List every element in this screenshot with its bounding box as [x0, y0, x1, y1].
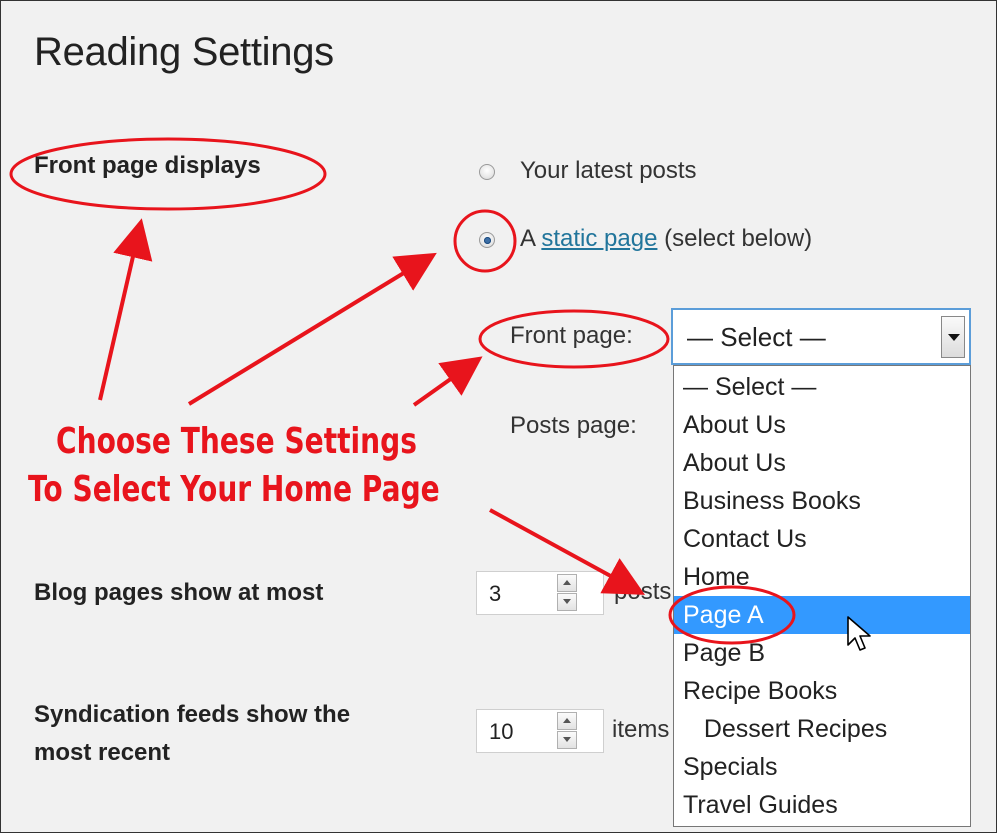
- blog-pages-value: 3: [489, 581, 502, 606]
- radio-static-page-label[interactable]: A static page (select below): [520, 225, 812, 253]
- dropdown-option-label: Contact Us: [683, 525, 807, 553]
- blog-pages-label: Blog pages show at most: [34, 579, 324, 606]
- dropdown-option-label: — Select —: [683, 373, 817, 401]
- dropdown-option[interactable]: Business Books: [674, 482, 970, 520]
- blog-pages-stepper[interactable]: 3: [476, 571, 604, 615]
- dropdown-option-label: Travel Guides: [683, 791, 838, 819]
- mouse-cursor-icon: [847, 616, 871, 651]
- annotation-line2: To Select Your Home Page: [28, 469, 440, 510]
- dropdown-option-label: Dessert Recipes: [683, 715, 888, 743]
- dropdown-option-label: About Us: [683, 449, 786, 477]
- stepper-down-icon[interactable]: [557, 593, 577, 611]
- front-page-dropdown-list[interactable]: — Select — About Us About Us Business Books…: [673, 365, 971, 827]
- dropdown-option-label: Recipe Books: [683, 677, 838, 705]
- chevron-down-icon[interactable]: [941, 316, 965, 358]
- static-page-link[interactable]: static page: [541, 225, 657, 252]
- radio-static-page[interactable]: [479, 232, 495, 248]
- syndication-value: 10: [489, 719, 514, 744]
- dropdown-option-label: Business Books: [683, 487, 861, 515]
- front-page-label: Front page:: [510, 322, 633, 349]
- front-page-select[interactable]: — Select —: [671, 308, 971, 365]
- syndication-stepper[interactable]: 10: [476, 709, 604, 753]
- static-prefix: A: [520, 225, 542, 252]
- dropdown-option[interactable]: Contact Us: [674, 520, 970, 558]
- dropdown-option-label: Home: [683, 563, 750, 591]
- syndication-label-line2: most recent: [34, 739, 171, 766]
- dropdown-option-label: About Us: [683, 411, 786, 439]
- dropdown-option[interactable]: Page A: [674, 596, 970, 634]
- dropdown-option-label: Page B: [683, 639, 766, 667]
- front-page-displays-label: Front page displays: [34, 152, 261, 179]
- dropdown-option[interactable]: Specials: [674, 748, 970, 786]
- front-page-select-value: — Select —: [687, 322, 826, 352]
- dropdown-option[interactable]: Dessert Recipes: [674, 710, 970, 748]
- dropdown-option[interactable]: — Select —: [674, 368, 970, 406]
- dropdown-option-label: Specials: [683, 753, 778, 781]
- annotation-line1: Choose These Settings: [56, 421, 417, 462]
- dropdown-option[interactable]: Home: [674, 558, 970, 596]
- dropdown-option[interactable]: Travel Guides: [674, 786, 970, 824]
- stepper-up-icon[interactable]: [557, 712, 577, 730]
- posts-page-label: Posts page:: [510, 412, 637, 439]
- dropdown-option[interactable]: About Us: [674, 444, 970, 482]
- dropdown-option-label: Page A: [683, 601, 764, 629]
- dropdown-option[interactable]: About Us: [674, 406, 970, 444]
- radio-latest-posts[interactable]: [479, 164, 495, 180]
- radio-latest-posts-label[interactable]: Your latest posts: [520, 157, 697, 185]
- stepper-up-icon[interactable]: [557, 574, 577, 592]
- static-suffix: (select below): [657, 225, 813, 252]
- blog-pages-suffix: posts: [614, 578, 672, 605]
- page-title: Reading Settings: [34, 30, 334, 74]
- stepper-down-icon[interactable]: [557, 731, 577, 749]
- syndication-suffix: items: [612, 716, 670, 743]
- dropdown-option[interactable]: Recipe Books: [674, 672, 970, 710]
- syndication-label-line1: Syndication feeds show the: [34, 701, 351, 728]
- dropdown-option[interactable]: Page B: [674, 634, 970, 672]
